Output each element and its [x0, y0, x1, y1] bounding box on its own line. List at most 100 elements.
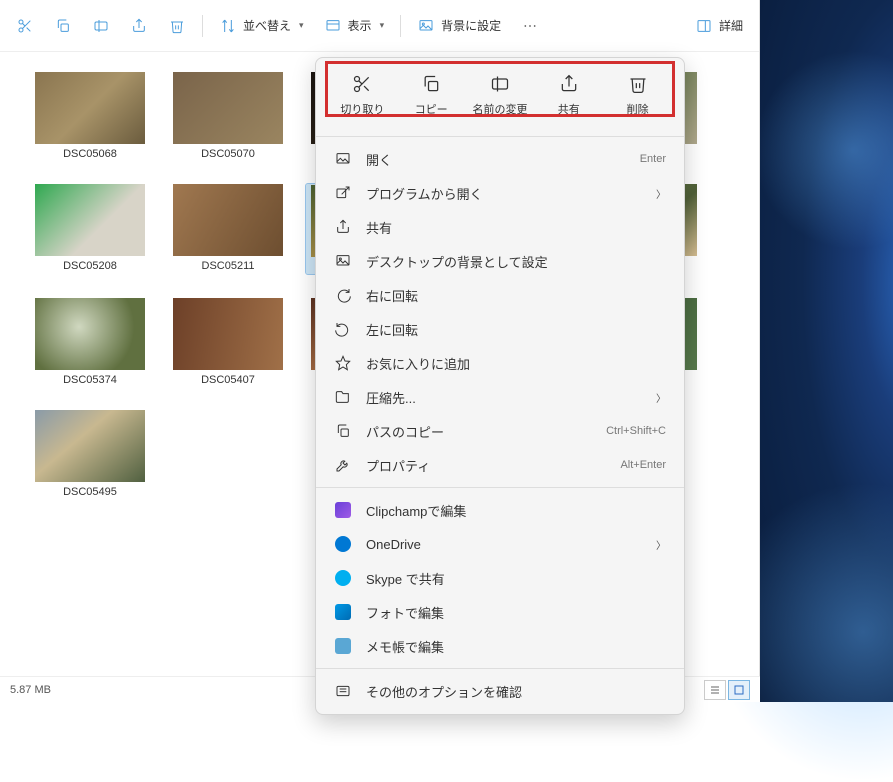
notepad-icon: [334, 638, 352, 654]
sort-button[interactable]: 並べ替え ▾: [211, 8, 312, 44]
view-button[interactable]: 表示 ▾: [316, 8, 393, 44]
copy-button[interactable]: [46, 8, 80, 44]
wrench-icon: [334, 457, 352, 473]
ctx-share[interactable]: 共有: [316, 210, 684, 244]
rotate-right-icon: [334, 287, 352, 303]
details-label: 詳細: [719, 17, 743, 34]
view-thumb-button[interactable]: [728, 680, 750, 700]
ctx-label: お気に入りに追加: [366, 354, 666, 373]
ctx-top-label: コピー: [415, 101, 448, 117]
ctx-label: Skype で共有: [366, 569, 666, 588]
context-menu-divider: [316, 487, 684, 488]
image-thumb: [173, 184, 283, 256]
ctx-accelerator: Enter: [640, 153, 666, 165]
ctx-label: フォトで編集: [366, 603, 666, 622]
file-thumbnail[interactable]: DSC05070: [168, 72, 288, 160]
ctx-top-label: 共有: [558, 101, 580, 117]
view-mode-buttons: [704, 680, 750, 700]
chevron-down-icon: ▾: [380, 20, 385, 31]
image-thumb: [35, 184, 145, 256]
context-menu: 切り取り コピー 名前の変更 共有 削除 開く Enter プログラムから開く …: [315, 57, 685, 715]
copy-path-icon: [334, 423, 352, 439]
chevron-right-icon: 〉: [656, 186, 666, 201]
chevron-down-icon: ▾: [299, 20, 304, 31]
share-icon: [130, 17, 148, 35]
desktop-background: [753, 0, 893, 702]
ctx-open[interactable]: 開く Enter: [316, 142, 684, 176]
ctx-top-label: 名前の変更: [472, 101, 527, 117]
ctx-accelerator: Alt+Enter: [620, 459, 666, 471]
ctx-accelerator: Ctrl+Shift+C: [606, 425, 666, 437]
ctx-top-label: 切り取り: [340, 101, 384, 117]
details-pane-icon: [695, 17, 713, 35]
ctx-app-clipchamp[interactable]: Clipchampで編集: [316, 493, 684, 527]
file-name: DSC05495: [63, 486, 117, 498]
skype-icon: [334, 570, 352, 586]
sort-icon: [219, 17, 237, 35]
file-thumbnail[interactable]: DSC05495: [30, 410, 150, 498]
ctx-label: 圧縮先...: [366, 388, 656, 407]
zip-icon: [334, 389, 352, 405]
more-options-icon: [334, 683, 352, 699]
ctx-label: 共有: [366, 218, 666, 237]
more-button[interactable]: [513, 8, 547, 44]
ctx-app-onedrive[interactable]: OneDrive 〉: [316, 527, 684, 561]
file-thumbnail[interactable]: DSC05208: [30, 184, 150, 274]
ctx-rotate-right[interactable]: 右に回転: [316, 278, 684, 312]
context-menu-divider: [316, 668, 684, 669]
ctx-rename-button[interactable]: 名前の変更: [469, 70, 531, 121]
photos-icon: [334, 604, 352, 620]
ctx-top-label: 削除: [627, 101, 649, 117]
file-thumbnail[interactable]: DSC05374: [30, 298, 150, 386]
ctx-label: メモ帳で編集: [366, 637, 666, 656]
share-icon: [559, 74, 579, 97]
ctx-compress[interactable]: 圧縮先... 〉: [316, 380, 684, 414]
ctx-open-with[interactable]: プログラムから開く 〉: [316, 176, 684, 210]
chevron-right-icon: 〉: [656, 537, 666, 552]
copy-icon: [54, 17, 72, 35]
share-button[interactable]: [122, 8, 156, 44]
ctx-app-skype[interactable]: Skype で共有: [316, 561, 684, 595]
delete-button[interactable]: [160, 8, 194, 44]
set-background-button[interactable]: 背景に設定: [409, 8, 509, 44]
ctx-app-photos[interactable]: フォトで編集: [316, 595, 684, 629]
ctx-set-desktop-bg[interactable]: デスクトップの背景として設定: [316, 244, 684, 278]
file-thumbnail[interactable]: DSC05211: [168, 184, 288, 274]
picture-icon: [334, 253, 352, 269]
ctx-add-favorite[interactable]: お気に入りに追加: [316, 346, 684, 380]
details-pane-button[interactable]: 詳細: [687, 8, 751, 44]
rename-button[interactable]: [84, 8, 118, 44]
view-list-button[interactable]: [704, 680, 726, 700]
ellipsis-icon: [521, 17, 539, 35]
ctx-rotate-left[interactable]: 左に回転: [316, 312, 684, 346]
ctx-cut-button[interactable]: 切り取り: [331, 70, 393, 121]
image-thumb: [35, 298, 145, 370]
ctx-label: 開く: [366, 150, 640, 169]
ctx-share-button[interactable]: 共有: [538, 70, 600, 121]
star-icon: [334, 355, 352, 371]
rename-icon: [490, 74, 510, 97]
file-name: DSC05407: [201, 374, 255, 386]
ctx-delete-button[interactable]: 削除: [607, 70, 669, 121]
image-thumb: [173, 298, 283, 370]
file-name: DSC05068: [63, 148, 117, 160]
open-with-icon: [334, 185, 352, 201]
trash-icon: [168, 17, 186, 35]
ctx-copy-path[interactable]: パスのコピー Ctrl+Shift+C: [316, 414, 684, 448]
ctx-label: OneDrive: [366, 537, 656, 552]
view-icon: [324, 17, 342, 35]
image-thumb: [35, 72, 145, 144]
cut-button[interactable]: [8, 8, 42, 44]
ctx-more-options[interactable]: その他のオプションを確認: [316, 674, 684, 708]
onedrive-icon: [334, 536, 352, 552]
ctx-label: その他のオプションを確認: [366, 682, 666, 701]
toolbar-separator: [202, 15, 203, 37]
ctx-label: デスクトップの背景として設定: [366, 252, 666, 271]
file-thumbnail[interactable]: DSC05407: [168, 298, 288, 386]
file-name: DSC05211: [202, 260, 255, 272]
file-thumbnail[interactable]: DSC05068: [30, 72, 150, 160]
file-name: DSC05070: [201, 148, 255, 160]
ctx-app-notepad[interactable]: メモ帳で編集: [316, 629, 684, 663]
ctx-copy-button[interactable]: コピー: [400, 70, 462, 121]
ctx-properties[interactable]: プロパティ Alt+Enter: [316, 448, 684, 482]
